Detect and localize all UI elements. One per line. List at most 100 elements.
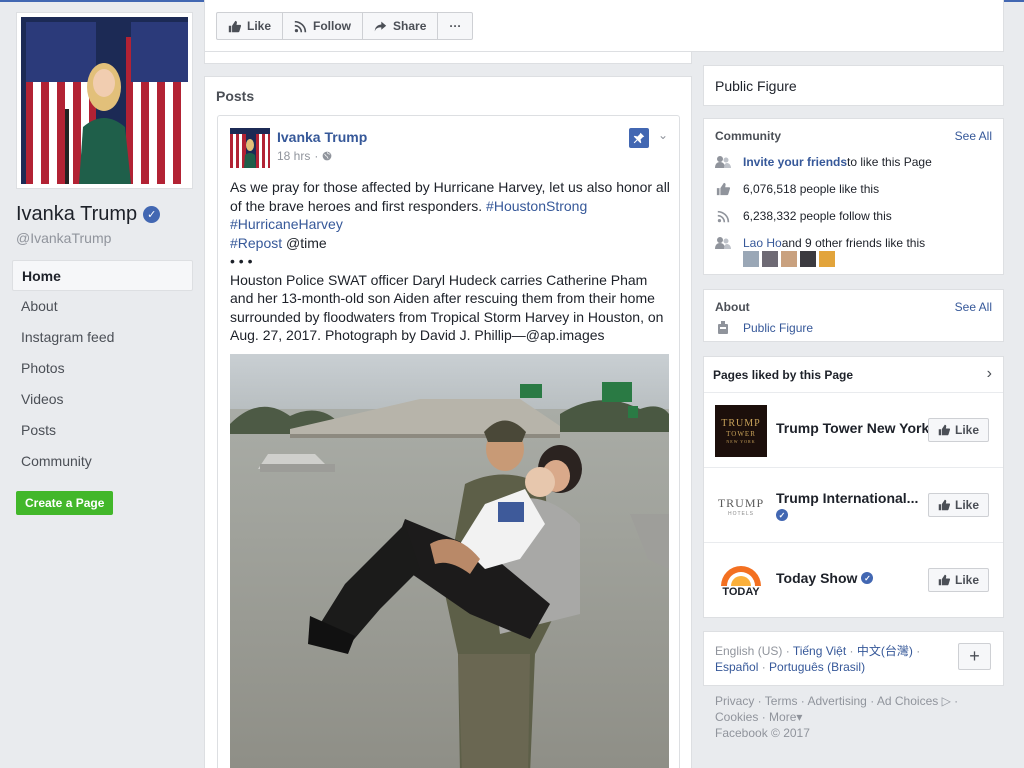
about-category-link[interactable]: Public Figure <box>743 321 813 335</box>
invite-friends-suffix: to like this Page <box>847 155 932 169</box>
liked-page-name[interactable]: Trump Tower New York <box>776 420 929 436</box>
trump-hotels-logo[interactable]: TRUMP HOTELS <box>715 480 767 532</box>
likes-count-text: 6,076,518 people like this <box>743 182 880 196</box>
post-caption: Houston Police SWAT officer Daryl Hudeck… <box>230 271 664 344</box>
footer-terms-link[interactable]: Terms <box>765 694 798 708</box>
language-link[interactable]: 中文(台灣) <box>857 644 913 658</box>
category-card: Public Figure <box>703 65 1004 106</box>
footer-more-link[interactable]: More <box>769 710 796 724</box>
language-list: English (US) · Tiếng Việt · 中文(台灣) · Esp… <box>715 644 921 674</box>
nav-item-community[interactable]: Community <box>12 446 193 477</box>
add-language-button[interactable]: + <box>958 643 991 670</box>
nav-item-instagram-feed[interactable]: Instagram feed <box>12 322 193 353</box>
logo-text: TRUMP <box>717 495 765 510</box>
chevron-right-icon[interactable]: › <box>987 365 992 383</box>
about-see-all-link[interactable]: See All <box>955 300 992 314</box>
today-show-logo[interactable]: TODAY <box>715 555 767 607</box>
post-timestamp[interactable]: 18 hrs <box>277 149 310 163</box>
language-card: English (US) · Tiếng Việt · 中文(台灣) · Esp… <box>703 631 1004 686</box>
post-author-avatar[interactable] <box>230 128 270 168</box>
liked-page-name[interactable]: Trump International... ✓ <box>776 490 918 521</box>
friend-avatar[interactable] <box>819 251 835 267</box>
post-options-chevron-icon[interactable]: ⌄ <box>658 128 668 142</box>
liked-page-item: TODAY Today Show ✓ Like <box>704 542 1003 617</box>
about-card: About See All Public Figure <box>703 289 1004 342</box>
share-arrow-icon <box>374 21 387 31</box>
action-button-group: Like Follow Share ··· <box>216 12 474 40</box>
follow-page-button[interactable]: Follow <box>283 13 364 39</box>
create-page-button[interactable]: Create a Page <box>16 491 114 515</box>
like-label: Like <box>247 19 272 33</box>
pin-icon <box>629 128 649 148</box>
liked-page-name-text: Today Show <box>776 570 858 586</box>
share-label: Share <box>393 19 427 33</box>
ad-choices-icon: ▷ <box>941 694 951 708</box>
posts-section-title: Posts <box>216 88 255 104</box>
language-link[interactable]: Tiếng Việt <box>793 644 846 658</box>
invite-friends-link[interactable]: Invite your friends <box>743 155 847 169</box>
like-page-button[interactable]: Like <box>928 418 989 442</box>
page-name: Ivanka Trump ✓ <box>16 203 161 226</box>
nav-item-videos[interactable]: Videos <box>12 384 193 415</box>
verified-badge-icon: ✓ <box>861 572 874 584</box>
like-label: Like <box>954 498 979 512</box>
footer-copyright: Facebook © 2017 <box>715 726 810 740</box>
more-caret-icon: ▾ <box>796 710 803 724</box>
post-photo[interactable] <box>230 354 669 768</box>
liked-page-name[interactable]: Today Show ✓ <box>776 570 874 586</box>
liked-page-item: TRUMP TOWER NEW YORK Trump Tower New Yor… <box>704 392 1003 467</box>
community-see-all-link[interactable]: See All <box>955 129 992 143</box>
footer-ad-choices-link[interactable]: Ad Choices <box>877 694 938 708</box>
like-page-button[interactable]: Like <box>928 493 989 517</box>
thumbs-up-icon <box>715 181 731 197</box>
post-mention: @time <box>282 234 327 251</box>
likes-count-row: 6,076,518 people like this <box>715 180 879 198</box>
thumbs-up-icon <box>938 424 950 436</box>
invite-friends-icon <box>715 154 731 170</box>
trump-tower-logo[interactable]: TRUMP TOWER NEW YORK <box>715 405 767 457</box>
like-label: Like <box>954 573 979 587</box>
hashtag-hurricaneharvey[interactable]: #HurricaneHarvey <box>230 216 343 232</box>
language-link[interactable]: Português (Brasil) <box>769 660 865 674</box>
card-bottom-edge <box>204 52 692 64</box>
post-paragraph-1: As we pray for those affected by Hurrica… <box>230 178 670 215</box>
thumbs-up-icon <box>228 20 241 32</box>
friend-avatar[interactable] <box>762 251 778 267</box>
nav-item-posts[interactable]: Posts <box>12 415 193 446</box>
friend-name-link[interactable]: Lao Ho <box>743 236 782 250</box>
community-card: Community See All Invite your friends to… <box>703 118 1004 275</box>
friends-icon <box>715 235 731 251</box>
friend-avatar[interactable] <box>781 251 797 267</box>
page-actions-bar: Like Follow Share ··· <box>204 0 1004 52</box>
like-page-button[interactable]: Like <box>217 13 284 39</box>
more-options-button[interactable]: ··· <box>438 13 472 39</box>
page-handle: @IvankaTrump <box>16 230 112 246</box>
share-page-button[interactable]: Share <box>363 13 439 39</box>
friend-avatars <box>743 251 835 267</box>
like-page-button[interactable]: Like <box>928 568 989 592</box>
hashtag-houstonstrong[interactable]: #HoustonStrong <box>486 198 587 214</box>
post-author-name[interactable]: Ivanka Trump <box>277 129 367 145</box>
footer-cookies-link[interactable]: Cookies <box>715 710 758 724</box>
nav-item-photos[interactable]: Photos <box>12 353 193 384</box>
globe-icon <box>322 151 332 161</box>
flood-rescue-photo <box>230 354 669 768</box>
footer-advertising-link[interactable]: Advertising <box>807 694 866 708</box>
language-link[interactable]: Español <box>715 660 758 674</box>
liked-page-name-text: Trump International... <box>776 490 919 506</box>
current-language: English (US) <box>715 644 783 658</box>
liked-page-item: TRUMP HOTELS Trump International... ✓ Li… <box>704 467 1003 542</box>
rss-follow-icon <box>715 208 731 224</box>
post-paragraph-2: #HurricaneHarvey <box>230 215 670 234</box>
friend-avatar[interactable] <box>743 251 759 267</box>
footer-privacy-link[interactable]: Privacy <box>715 694 754 708</box>
nav-item-about[interactable]: About <box>12 291 193 322</box>
verified-badge-icon: ✓ <box>143 206 161 223</box>
hashtag-repost[interactable]: #Repost <box>230 235 282 251</box>
profile-picture[interactable] <box>16 12 193 189</box>
logo-text: TODAY <box>722 586 760 598</box>
nav-item-home[interactable]: Home <box>12 260 193 291</box>
page-name-text: Ivanka Trump <box>16 203 138 225</box>
friend-avatar[interactable] <box>800 251 816 267</box>
avatar-image <box>230 128 270 168</box>
